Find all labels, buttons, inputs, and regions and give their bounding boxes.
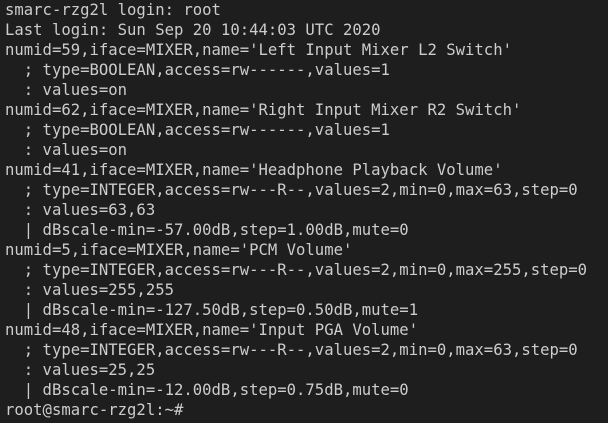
- terminal-line: | dBscale-min=-12.00dB,step=0.75dB,mute=…: [5, 381, 409, 399]
- terminal-line: | dBscale-min=-57.00dB,step=1.00dB,mute=…: [5, 221, 409, 239]
- terminal-line: numid=59,iface=MIXER,name='Left Input Mi…: [5, 41, 512, 59]
- terminal-line: ; type=INTEGER,access=rw---R--,values=2,…: [5, 261, 588, 279]
- terminal-line: smarc-rzg2l login: root: [5, 1, 221, 19]
- terminal-line: numid=41,iface=MIXER,name='Headphone Pla…: [5, 161, 503, 179]
- shell-prompt[interactable]: root@smarc-rzg2l:~#: [5, 400, 608, 420]
- terminal-line: ; type=BOOLEAN,access=rw------,values=1: [5, 61, 390, 79]
- terminal-line: | dBscale-min=-127.50dB,step=0.50dB,mute…: [5, 301, 419, 319]
- terminal-line: Last login: Sun Sep 20 10:44:03 UTC 2020: [5, 21, 381, 39]
- terminal-line: : values=255,255: [5, 281, 174, 299]
- terminal-line: ; type=INTEGER,access=rw---R--,values=2,…: [5, 181, 578, 199]
- terminal-output[interactable]: smarc-rzg2l login: root Last login: Sun S…: [0, 0, 608, 420]
- terminal-line: : values=63,63: [5, 201, 156, 219]
- terminal-line: numid=62,iface=MIXER,name='Right Input M…: [5, 101, 522, 119]
- terminal-line: : values=on: [5, 141, 128, 159]
- terminal-line: numid=5,iface=MIXER,name='PCM Volume': [5, 241, 353, 259]
- terminal-line: : values=on: [5, 81, 128, 99]
- terminal-line: ; type=BOOLEAN,access=rw------,values=1: [5, 121, 390, 139]
- terminal-line: numid=48,iface=MIXER,name='Input PGA Vol…: [5, 321, 419, 339]
- terminal-line: : values=25,25: [5, 361, 156, 379]
- terminal-line: ; type=INTEGER,access=rw---R--,values=2,…: [5, 341, 578, 359]
